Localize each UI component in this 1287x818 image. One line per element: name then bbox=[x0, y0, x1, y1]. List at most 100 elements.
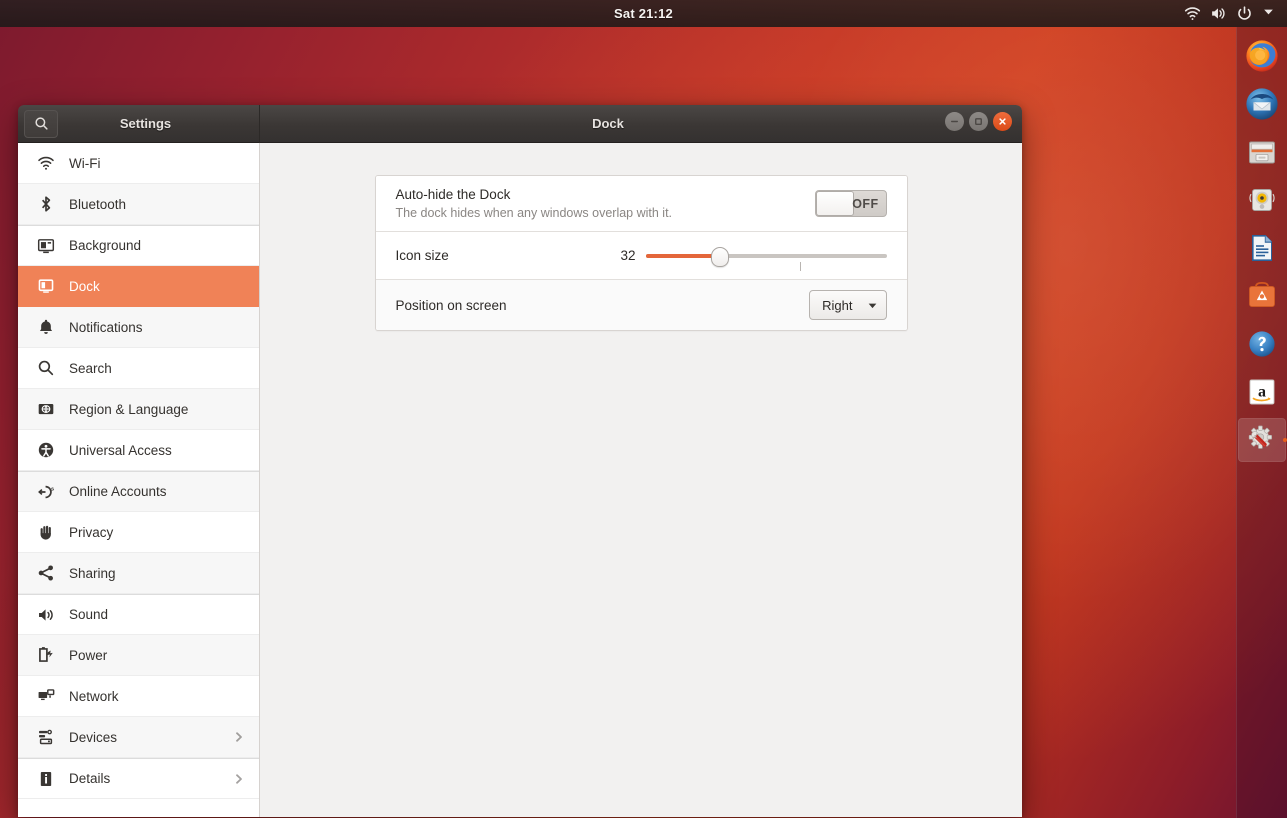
sidebar-item-label: Network bbox=[69, 688, 119, 704]
help-icon bbox=[1245, 327, 1279, 361]
dock-icon bbox=[36, 277, 55, 296]
background-icon bbox=[36, 236, 55, 255]
sidebar-item-label: Devices bbox=[69, 729, 118, 745]
slider-handle[interactable] bbox=[711, 246, 730, 267]
chevron-down-icon bbox=[867, 300, 878, 311]
sidebar-item-notifications[interactable]: Notifications bbox=[18, 307, 259, 348]
share-icon bbox=[36, 564, 55, 583]
window-controls bbox=[945, 111, 1012, 131]
bell-icon bbox=[36, 318, 55, 337]
clock[interactable]: Sat 21:12 bbox=[0, 0, 1287, 27]
info-icon bbox=[36, 769, 55, 788]
sidebar-item-power[interactable]: Power bbox=[18, 635, 259, 676]
rhythmbox-icon bbox=[1245, 183, 1279, 217]
settings-window: Settings Dock Wi-Fi Bluetooth Background… bbox=[18, 105, 1022, 817]
sidebar-item-label: Notifications bbox=[69, 319, 143, 335]
sidebar-item-label: Sharing bbox=[69, 565, 116, 581]
files-icon bbox=[1245, 135, 1279, 169]
sidebar-item-network[interactable]: Network bbox=[18, 676, 259, 717]
dock-item-files[interactable] bbox=[1238, 130, 1286, 174]
dock-item-ubuntu-software[interactable] bbox=[1238, 274, 1286, 318]
region-language-icon bbox=[36, 400, 55, 419]
position-dropdown[interactable]: Right bbox=[809, 290, 887, 320]
sidebar-item-label: Sound bbox=[69, 607, 109, 622]
amazon-icon: a bbox=[1245, 375, 1279, 409]
sidebar-item-region-language[interactable]: Region & Language bbox=[18, 389, 259, 430]
icon-size-value: 32 bbox=[620, 248, 636, 263]
page-title: Dock bbox=[592, 116, 624, 131]
ubuntu-software-icon bbox=[1245, 279, 1279, 313]
icon-size-row: Icon size 32 bbox=[375, 232, 907, 280]
sidebar-item-label: Details bbox=[69, 771, 111, 786]
window-body: Wi-Fi Bluetooth Background Dock Notifica… bbox=[18, 143, 1022, 817]
libreoffice-writer-icon bbox=[1245, 231, 1279, 265]
sidebar-item-label: Online Accounts bbox=[69, 484, 167, 499]
autohide-subtitle: The dock hides when any windows overlap … bbox=[395, 206, 673, 221]
titlebar-right-section: Dock bbox=[260, 105, 1022, 143]
search-button[interactable] bbox=[24, 109, 58, 138]
titlebar-left-section: Settings bbox=[18, 105, 260, 143]
dock-item-rhythmbox[interactable] bbox=[1238, 178, 1286, 222]
maximize-button[interactable] bbox=[969, 111, 988, 131]
sidebar-item-bluetooth[interactable]: Bluetooth bbox=[18, 184, 259, 225]
settings-content: Auto-hide the Dock The dock hides when a… bbox=[260, 143, 1022, 817]
toggle-state-label: OFF bbox=[852, 196, 879, 211]
svg-text:a: a bbox=[1258, 384, 1266, 401]
sidebar-item-privacy[interactable]: Privacy bbox=[18, 512, 259, 553]
dock-item-libreoffice-writer[interactable] bbox=[1238, 226, 1286, 270]
chevron-down-icon[interactable] bbox=[1262, 5, 1279, 22]
position-value: Right bbox=[822, 297, 853, 313]
settings-window-title: Settings bbox=[119, 116, 172, 131]
dock-item-amazon[interactable]: a bbox=[1238, 370, 1286, 414]
position-row: Position on screen Right bbox=[375, 280, 907, 330]
icon-size-slider-wrap: 32 bbox=[612, 246, 887, 271]
dock-item-firefox[interactable] bbox=[1238, 34, 1286, 78]
icon-size-label: Icon size bbox=[395, 248, 449, 263]
autohide-toggle[interactable]: OFF bbox=[814, 190, 887, 217]
wifi-icon bbox=[36, 154, 55, 173]
sidebar-item-universal-access[interactable]: Universal Access bbox=[18, 430, 259, 471]
sidebar-item-devices[interactable]: Devices bbox=[18, 717, 259, 758]
network-icon bbox=[36, 687, 55, 706]
battery-icon bbox=[36, 646, 55, 665]
svg-text:s: s bbox=[50, 486, 53, 492]
minimize-button[interactable] bbox=[945, 111, 964, 131]
accessibility-icon bbox=[36, 441, 55, 460]
icon-size-slider[interactable] bbox=[645, 246, 887, 271]
sidebar-item-details[interactable]: Details bbox=[18, 758, 259, 799]
sidebar-item-sound[interactable]: Sound bbox=[18, 594, 259, 635]
slider-tick bbox=[799, 261, 801, 271]
settings-icon bbox=[1245, 423, 1279, 457]
devices-icon bbox=[36, 728, 55, 747]
online-accounts-icon: s bbox=[36, 482, 55, 501]
sidebar-item-label: Power bbox=[69, 647, 108, 663]
sidebar-item-dock[interactable]: Dock bbox=[18, 266, 259, 307]
toggle-knob bbox=[815, 191, 854, 216]
thunderbird-icon bbox=[1245, 87, 1279, 121]
sidebar-item-sharing[interactable]: Sharing bbox=[18, 553, 259, 594]
sidebar-item-label: Bluetooth bbox=[69, 196, 127, 212]
bluetooth-icon bbox=[36, 195, 55, 214]
dock-settings-pane: Auto-hide the Dock The dock hides when a… bbox=[374, 175, 908, 331]
sidebar-item-wifi[interactable]: Wi-Fi bbox=[18, 143, 259, 184]
wifi-icon[interactable] bbox=[1184, 5, 1201, 22]
slider-fill bbox=[645, 253, 721, 258]
sidebar-item-search[interactable]: Search bbox=[18, 348, 259, 389]
volume-icon[interactable] bbox=[1210, 5, 1227, 22]
sidebar-item-label: Search bbox=[69, 360, 112, 376]
sidebar-item-label: Background bbox=[69, 238, 142, 253]
application-dock: a bbox=[1236, 27, 1287, 818]
power-icon[interactable] bbox=[1236, 5, 1253, 22]
autohide-title: Auto-hide the Dock bbox=[395, 186, 511, 202]
dock-item-settings[interactable] bbox=[1238, 418, 1287, 462]
chevron-right-icon bbox=[233, 773, 245, 785]
dock-item-thunderbird[interactable] bbox=[1238, 82, 1286, 126]
sidebar-item-label: Region & Language bbox=[69, 401, 189, 417]
search-icon bbox=[36, 359, 55, 378]
close-button[interactable] bbox=[993, 111, 1012, 131]
sidebar-item-background[interactable]: Background bbox=[18, 225, 259, 266]
window-titlebar[interactable]: Settings Dock bbox=[18, 105, 1022, 143]
dock-item-help[interactable] bbox=[1238, 322, 1286, 366]
sidebar-item-label: Privacy bbox=[69, 524, 114, 540]
sidebar-item-online-accounts[interactable]: s Online Accounts bbox=[18, 471, 259, 512]
